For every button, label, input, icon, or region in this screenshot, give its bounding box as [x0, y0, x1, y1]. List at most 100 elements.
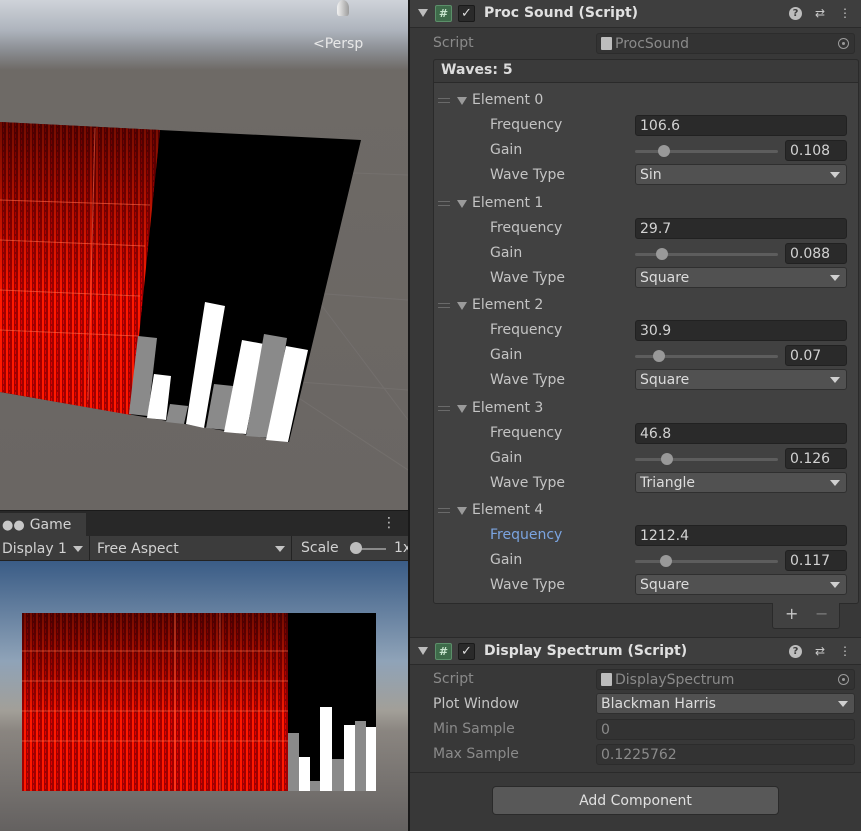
preset-icon[interactable]: ⇄ [812, 643, 828, 659]
object-picker-icon[interactable] [838, 674, 849, 685]
frequency-field[interactable]: 46.8 [635, 423, 847, 444]
gain-slider-thumb[interactable] [656, 248, 668, 260]
script-object-field[interactable]: ProcSound [596, 33, 855, 54]
gain-slider-thumb[interactable] [660, 555, 672, 567]
wave-type-dropdown[interactable]: Sin [635, 164, 847, 185]
gain-label: Gain [490, 245, 523, 261]
tab-game[interactable]: ●● Game [0, 513, 86, 537]
wave-type-value: Sin [640, 167, 662, 183]
element-label[interactable]: Element 2 [472, 297, 543, 313]
kebab-icon[interactable]: ⋮ [837, 5, 853, 21]
gain-field[interactable]: 0.117 [785, 550, 847, 571]
chevron-down-icon [830, 172, 840, 178]
game-canvas [22, 613, 376, 791]
aspect-dropdown[interactable]: Free Aspect [92, 536, 292, 561]
persp-toggle[interactable]: <Persp [313, 36, 363, 52]
reorder-handle-icon[interactable] [438, 98, 450, 103]
frequency-label: Frequency [490, 527, 563, 543]
reorder-handle-icon[interactable] [438, 201, 450, 206]
gain-slider[interactable] [635, 458, 778, 461]
ds-script-object-field[interactable]: DisplaySpectrum [596, 669, 855, 690]
frequency-field[interactable]: 30.9 [635, 320, 847, 341]
script-value: ProcSound [615, 36, 689, 52]
wave-type-value: Square [640, 372, 690, 388]
frequency-field[interactable]: 1212.4 [635, 525, 847, 546]
wave-type-value: Square [640, 577, 690, 593]
scene-canvas[interactable] [0, 0, 408, 510]
display-value: Display 1 [2, 540, 67, 557]
gain-slider-thumb[interactable] [658, 145, 670, 157]
waves-list-header[interactable]: Waves: 5 [433, 59, 859, 83]
gain-field[interactable]: 0.108 [785, 140, 847, 161]
gain-value: 0.088 [790, 246, 831, 262]
help-icon[interactable]: ? [789, 7, 802, 20]
add-element-button[interactable]: + [785, 604, 798, 623]
plot-window-label: Plot Window [433, 696, 520, 712]
game-tab-label: Game [29, 517, 72, 533]
object-picker-icon[interactable] [838, 38, 849, 49]
frequency-field[interactable]: 29.7 [635, 218, 847, 239]
proc-sound-header[interactable]: # ✓ Proc Sound (Script) ? ⇄ ⋮ [410, 0, 861, 28]
gain-slider-thumb[interactable] [661, 453, 673, 465]
preset-icon[interactable]: ⇄ [812, 5, 828, 21]
game-view[interactable] [0, 561, 408, 831]
element-fold-arrow-icon[interactable] [457, 507, 467, 515]
kebab-icon[interactable]: ⋮ [382, 515, 396, 531]
gain-label: Gain [490, 347, 523, 363]
display-spectrum-header[interactable]: # ✓ Display Spectrum (Script) ? ⇄ ⋮ [410, 637, 861, 665]
min-sample-field[interactable]: 0 [596, 719, 855, 740]
gain-slider[interactable] [635, 560, 778, 563]
element-label[interactable]: Element 3 [472, 400, 543, 416]
add-component-button[interactable]: Add Component [492, 786, 779, 815]
enabled-checkbox[interactable]: ✓ [458, 5, 475, 22]
enabled-checkbox[interactable]: ✓ [458, 643, 475, 660]
fold-arrow-icon[interactable] [418, 9, 428, 17]
frequency-value: 106.6 [640, 118, 681, 134]
help-icon[interactable]: ? [789, 645, 802, 658]
element-label[interactable]: Element 4 [472, 502, 543, 518]
wave-type-dropdown[interactable]: Square [635, 369, 847, 390]
gain-slider-thumb[interactable] [653, 350, 665, 362]
frequency-label: Frequency [490, 220, 563, 236]
wave-type-label: Wave Type [490, 372, 566, 388]
ds-script-label: Script [433, 671, 474, 687]
fold-arrow-icon[interactable] [418, 647, 428, 655]
component-title: Proc Sound (Script) [484, 5, 639, 21]
wave-type-dropdown[interactable]: Square [635, 574, 847, 595]
kebab-icon[interactable]: ⋮ [837, 643, 853, 659]
scene-gizmo-icon[interactable] [337, 0, 349, 16]
max-sample-label: Max Sample [433, 746, 519, 762]
plot-window-dropdown[interactable]: Blackman Harris [596, 693, 855, 714]
element-label[interactable]: Element 0 [472, 92, 543, 108]
gain-field[interactable]: 0.126 [785, 448, 847, 469]
gain-slider[interactable] [635, 150, 778, 153]
remove-element-button[interactable]: − [815, 604, 828, 623]
scene-view[interactable]: <Persp [0, 0, 408, 510]
wave-type-dropdown[interactable]: Square [635, 267, 847, 288]
reorder-handle-icon[interactable] [438, 406, 450, 411]
element-fold-arrow-icon[interactable] [457, 302, 467, 310]
gain-field[interactable]: 0.07 [785, 345, 847, 366]
script-file-icon [601, 673, 612, 686]
list-footer: + − [772, 603, 840, 629]
element-fold-arrow-icon[interactable] [457, 405, 467, 413]
frequency-value: 1212.4 [640, 528, 689, 544]
chevron-down-icon [275, 546, 285, 552]
inspector-panel: # ✓ Proc Sound (Script) ? ⇄ ⋮ Script Pro… [410, 0, 861, 831]
chevron-down-icon [830, 275, 840, 281]
element-fold-arrow-icon[interactable] [457, 97, 467, 105]
reorder-handle-icon[interactable] [438, 303, 450, 308]
element-label[interactable]: Element 1 [472, 195, 543, 211]
reorder-handle-icon[interactable] [438, 508, 450, 513]
frequency-label: Frequency [490, 322, 563, 338]
frequency-field[interactable]: 106.6 [635, 115, 847, 136]
gain-field[interactable]: 0.088 [785, 243, 847, 264]
waves-count: Waves: 5 [441, 62, 513, 78]
gain-label: Gain [490, 552, 523, 568]
max-sample-field[interactable]: 0.1225762 [596, 744, 855, 765]
component-title: Display Spectrum (Script) [484, 643, 688, 659]
display-dropdown[interactable]: Display 1 [0, 536, 90, 561]
element-fold-arrow-icon[interactable] [457, 200, 467, 208]
scale-slider-thumb[interactable] [350, 542, 362, 554]
wave-type-dropdown[interactable]: Triangle [635, 472, 847, 493]
